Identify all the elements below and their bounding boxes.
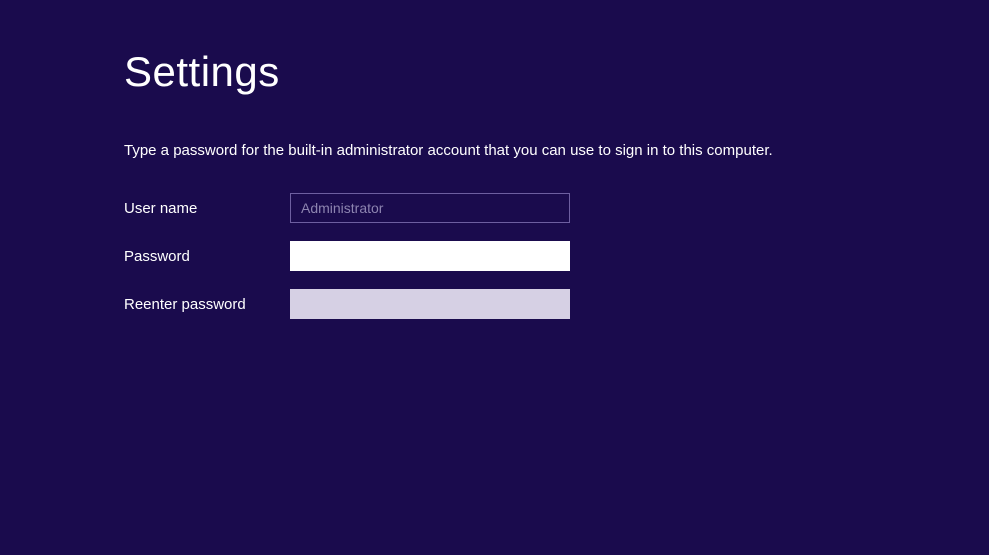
instruction-text: Type a password for the built-in adminis…: [124, 142, 989, 159]
username-label: User name: [124, 200, 290, 217]
reenter-password-row: Reenter password: [124, 289, 989, 319]
reenter-password-field[interactable]: [290, 289, 570, 319]
password-field[interactable]: [290, 241, 570, 271]
password-row: Password: [124, 241, 989, 271]
reenter-password-label: Reenter password: [124, 296, 290, 313]
username-field: [290, 193, 570, 223]
page-title: Settings: [124, 48, 989, 96]
username-row: User name: [124, 193, 989, 223]
password-label: Password: [124, 248, 290, 265]
settings-container: Settings Type a password for the built-i…: [0, 0, 989, 319]
